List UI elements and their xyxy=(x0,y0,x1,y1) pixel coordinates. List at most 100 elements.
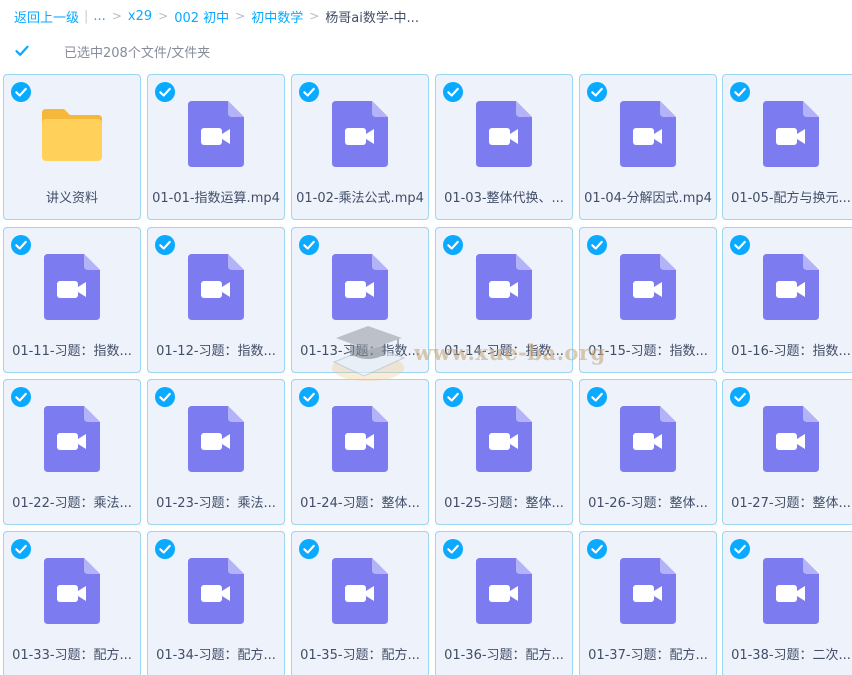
file-card[interactable]: 01-25-习题：整体... xyxy=(435,379,573,525)
check-circle-icon[interactable] xyxy=(443,539,463,559)
select-all-checkbox[interactable] xyxy=(14,43,30,59)
file-name: 01-35-习题：配方... xyxy=(300,648,420,663)
file-card[interactable]: 01-04-分解因式.mp4 xyxy=(579,74,717,220)
check-circle-icon[interactable] xyxy=(155,235,175,255)
file-card[interactable]: 01-24-习题：整体... xyxy=(291,379,429,525)
video-file-icon xyxy=(148,406,284,472)
file-card[interactable]: 01-37-习题：配方... xyxy=(579,531,717,675)
breadcrumb-item-002[interactable]: 002 初中 xyxy=(174,7,229,26)
check-circle-icon[interactable] xyxy=(11,82,31,102)
file-card[interactable]: 01-22-习题：乘法... xyxy=(3,379,141,525)
check-circle-icon[interactable] xyxy=(11,235,31,255)
chevron-right-icon: > xyxy=(309,9,320,23)
file-name: 01-12-习题：指数... xyxy=(156,344,276,359)
check-circle-icon[interactable] xyxy=(587,82,607,102)
video-file-icon xyxy=(4,254,140,320)
check-circle-icon[interactable] xyxy=(587,387,607,407)
file-name: 01-26-习题：整体... xyxy=(588,496,708,511)
check-circle-icon[interactable] xyxy=(730,235,750,255)
check-circle-icon[interactable] xyxy=(730,82,750,102)
breadcrumb-item-x29[interactable]: x29 xyxy=(128,9,152,24)
file-name: 01-13-习题：指数... xyxy=(300,344,420,359)
file-card[interactable]: 01-33-习题：配方... xyxy=(3,531,141,675)
check-circle-icon[interactable] xyxy=(730,387,750,407)
video-file-icon xyxy=(436,101,572,167)
file-name: 01-36-习题：配方... xyxy=(444,648,564,663)
video-file-icon xyxy=(580,558,716,624)
breadcrumb-current: 杨哥ai数学-中... xyxy=(325,10,419,26)
breadcrumb: 返回上一级 | ... > x29 > 002 初中 > 初中数学 > 杨哥ai… xyxy=(14,7,419,26)
check-circle-icon[interactable] xyxy=(730,539,750,559)
chevron-right-icon: > xyxy=(111,9,122,23)
check-circle-icon[interactable] xyxy=(155,387,175,407)
file-name: 01-05-配方与换元... xyxy=(731,191,851,206)
file-card[interactable]: 01-38-习题：二次... xyxy=(722,531,852,675)
file-card[interactable]: 01-35-习题：配方... xyxy=(291,531,429,675)
file-name: 01-34-习题：配方... xyxy=(156,648,276,663)
file-card[interactable]: 01-23-习题：乘法... xyxy=(147,379,285,525)
file-name: 01-04-分解因式.mp4 xyxy=(584,191,712,206)
video-file-icon xyxy=(436,558,572,624)
file-card[interactable]: 01-12-习题：指数... xyxy=(147,227,285,373)
check-circle-icon[interactable] xyxy=(443,387,463,407)
folder-icon xyxy=(4,107,140,173)
video-file-icon xyxy=(723,101,852,167)
file-card[interactable]: 01-16-习题：指数... xyxy=(722,227,852,373)
file-card[interactable]: 01-27-习题：整体... xyxy=(722,379,852,525)
file-grid: 讲义资料 01-01-指数运算.mp4 01-02-乘法公式.mp4 01-03-整体… xyxy=(0,74,852,675)
check-circle-icon[interactable] xyxy=(587,539,607,559)
file-name: 01-25-习题：整体... xyxy=(444,496,564,511)
check-circle-icon[interactable] xyxy=(443,235,463,255)
back-link[interactable]: 返回上一级 xyxy=(14,7,79,26)
breadcrumb-ellipsis[interactable]: ... xyxy=(93,9,105,24)
video-file-icon xyxy=(4,406,140,472)
breadcrumb-item-math[interactable]: 初中数学 xyxy=(251,7,303,26)
video-file-icon xyxy=(436,406,572,472)
check-circle-icon[interactable] xyxy=(11,539,31,559)
video-file-icon xyxy=(580,101,716,167)
video-file-icon xyxy=(292,101,428,167)
file-card[interactable]: 01-11-习题：指数... xyxy=(3,227,141,373)
check-circle-icon[interactable] xyxy=(299,235,319,255)
file-name: 01-23-习题：乘法... xyxy=(156,496,276,511)
video-file-icon xyxy=(148,558,284,624)
check-circle-icon[interactable] xyxy=(299,387,319,407)
file-card[interactable]: 01-02-乘法公式.mp4 xyxy=(291,74,429,220)
folder-card[interactable]: 讲义资料 xyxy=(3,74,141,220)
file-card[interactable]: 01-34-习题：配方... xyxy=(147,531,285,675)
video-file-icon xyxy=(4,558,140,624)
check-circle-icon[interactable] xyxy=(299,82,319,102)
file-name: 01-14-习题：指数... xyxy=(444,344,564,359)
breadcrumb-divider: | xyxy=(84,8,89,24)
file-card[interactable]: 01-01-指数运算.mp4 xyxy=(147,74,285,220)
file-name: 01-24-习题：整体... xyxy=(300,496,420,511)
video-file-icon xyxy=(148,101,284,167)
video-file-icon xyxy=(292,406,428,472)
file-card[interactable]: 01-36-习题：配方... xyxy=(435,531,573,675)
file-card[interactable]: 01-03-整体代换、... xyxy=(435,74,573,220)
check-circle-icon[interactable] xyxy=(11,387,31,407)
file-card[interactable]: 01-26-习题：整体... xyxy=(579,379,717,525)
file-name: 01-38-习题：二次... xyxy=(731,648,851,663)
chevron-right-icon: > xyxy=(158,9,169,23)
file-name: 01-33-习题：配方... xyxy=(12,648,132,663)
file-card[interactable]: 01-15-习题：指数... xyxy=(579,227,717,373)
file-name: 01-27-习题：整体... xyxy=(731,496,851,511)
video-file-icon xyxy=(292,254,428,320)
file-card[interactable]: 01-05-配方与换元... xyxy=(722,74,852,220)
file-card[interactable]: 01-14-习题：指数... xyxy=(435,227,573,373)
check-circle-icon[interactable] xyxy=(155,539,175,559)
file-name: 01-01-指数运算.mp4 xyxy=(152,191,280,206)
selection-bar: 已选中208个文件/文件夹 xyxy=(14,42,210,61)
file-card[interactable]: 01-13-习题：指数... xyxy=(291,227,429,373)
check-circle-icon[interactable] xyxy=(299,539,319,559)
video-file-icon xyxy=(148,254,284,320)
video-file-icon xyxy=(723,558,852,624)
chevron-right-icon: > xyxy=(235,9,246,23)
checkmark-icon xyxy=(14,43,30,59)
check-circle-icon[interactable] xyxy=(443,82,463,102)
check-circle-icon[interactable] xyxy=(587,235,607,255)
file-name: 01-37-习题：配方... xyxy=(588,648,708,663)
check-circle-icon[interactable] xyxy=(155,82,175,102)
file-name: 讲义资料 xyxy=(45,191,98,206)
